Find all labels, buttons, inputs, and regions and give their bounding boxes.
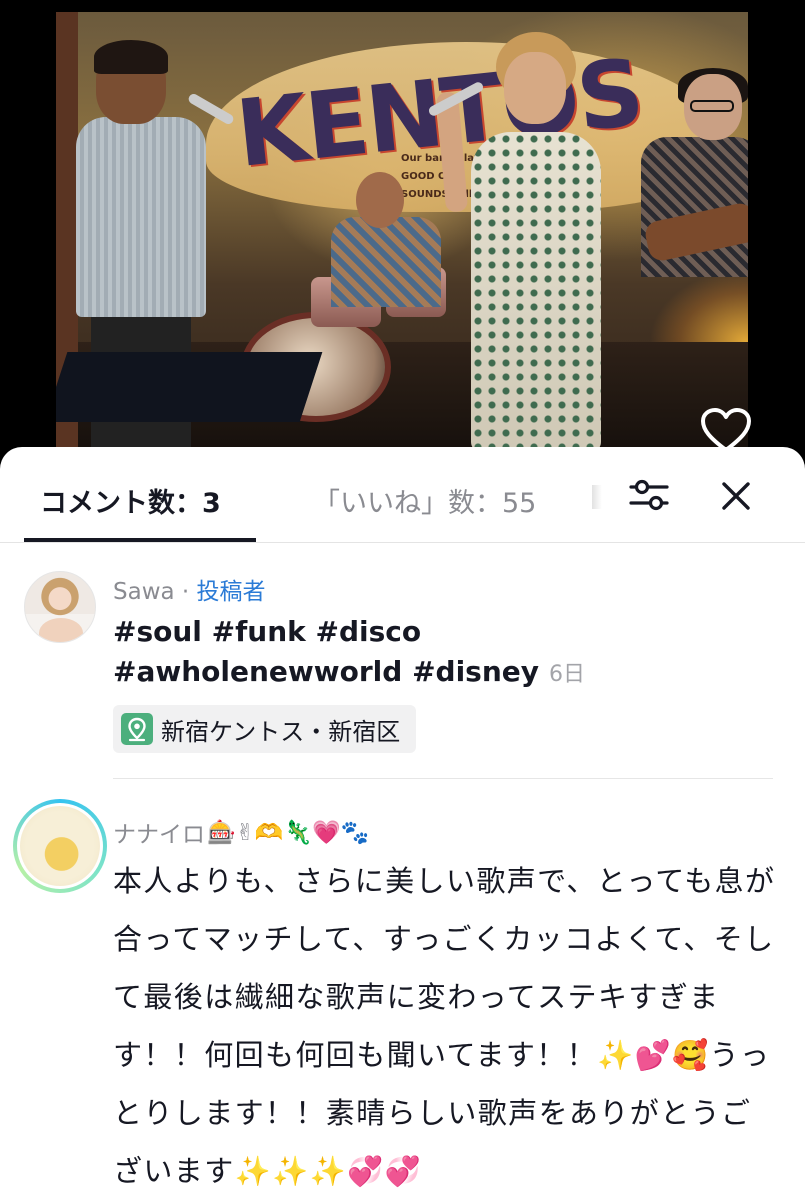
drummer <box>331 217 441 307</box>
location-name: 新宿ケントス・新宿区 <box>161 717 401 746</box>
male-singer-hair <box>94 40 168 74</box>
video-player[interactable]: KENTOS Our band play GOOD OLD SOUNDS Fol… <box>56 12 748 452</box>
female-singer-head <box>504 52 566 124</box>
tab-likes[interactable]: 「いいね」数：55 <box>313 481 536 520</box>
timestamp: 6日 <box>549 662 586 687</box>
username[interactable]: Sawa <box>113 579 175 605</box>
username-emoji: 🎰✌🫶🦎💗🐾 <box>207 819 370 846</box>
caption-hashtags[interactable]: #soul #funk #disco #awholenewworld #disn… <box>113 615 539 688</box>
glasses <box>690 100 734 112</box>
comment-header: ナナイロ 🎰✌🫶🦎💗🐾 <box>113 815 369 849</box>
music-stand <box>56 352 323 422</box>
comment-divider <box>113 778 773 779</box>
female-singer <box>471 132 601 452</box>
comments-tab-bar: コメント数：3 「いいね」数：55 <box>0 447 805 543</box>
male-singer <box>76 117 206 317</box>
avatar-figure <box>39 618 83 642</box>
comments-sheet: コメント数：3 「いいね」数：55 Sawa · 投稿者 #soul #funk… <box>0 447 805 1200</box>
post-caption: #soul #funk #disco #awholenewworld #disn… <box>113 612 673 695</box>
sliders-icon[interactable] <box>628 477 670 513</box>
comment-text: 本人よりも、さらに美しい歌声で、とっても息が合ってマッチして、すっごくカッコよく… <box>113 864 776 1188</box>
avatar[interactable] <box>13 799 107 893</box>
comment-header: Sawa · 投稿者 <box>113 572 266 606</box>
tab-comments[interactable]: コメント数：3 <box>40 481 221 520</box>
location-chip[interactable]: 新宿ケントス・新宿区 <box>113 705 417 753</box>
avatar-image <box>20 806 100 886</box>
location-pin-icon <box>121 713 153 745</box>
avatar-ring-inner <box>17 803 103 889</box>
tab-active-indicator <box>24 538 256 542</box>
username[interactable]: ナナイロ <box>113 815 205 849</box>
tab-overflow-fade <box>592 485 602 509</box>
close-icon[interactable] <box>718 478 754 514</box>
separator: · <box>174 579 197 605</box>
author-badge: 投稿者 <box>196 579 266 605</box>
avatar[interactable] <box>24 571 96 643</box>
drummer-head <box>356 172 404 228</box>
